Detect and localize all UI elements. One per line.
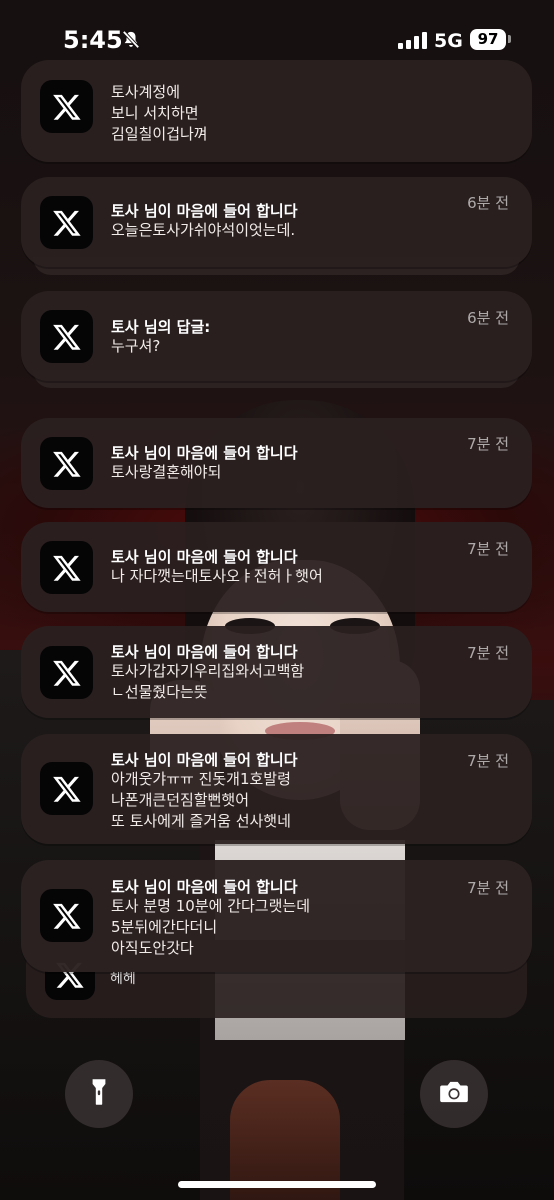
notification-time: 7분 전	[467, 540, 509, 558]
notification-card[interactable]: 토사 님이 마음에 들어 합니다 6분 전 오늘은토사가쉬야석이엇는데.	[21, 177, 532, 267]
notification-body: 누구셔?	[111, 337, 161, 355]
flashlight-icon	[91, 1078, 107, 1110]
notification-time: 6분 전	[467, 194, 509, 212]
x-logo-icon	[40, 80, 93, 133]
notification-body: 나 자다깻는대토사오ㅑ전허ㅏ햇어	[111, 567, 323, 585]
notification-body: 토사가갑자기우리집와서고백함 ㄴ선물줬다는뜻	[111, 662, 305, 701]
home-indicator[interactable]	[178, 1181, 376, 1188]
notification-body: 토사계정에 보니 서치하면 김일칠이겁나껴	[111, 83, 208, 143]
network-type: 5G	[434, 30, 463, 52]
notification-card[interactable]: 토사 님의 답글: 6분 전 누구셔?	[21, 291, 532, 381]
battery-tip	[508, 35, 511, 43]
battery-indicator: 97	[470, 29, 506, 50]
notification-body: 아개웃갸ㅠㅠ 진돗개1호발령 나폰개큰던짐할뻔햇어 또 토사에게 즐거움 선사햇…	[111, 770, 291, 830]
bell-slash-icon	[122, 30, 140, 50]
notification-title: 토사 님의 답글:	[111, 318, 211, 336]
notification-title: 토사 님이 마음에 들어 합니다	[111, 751, 298, 769]
notification-card[interactable]: 토사 님이 마음에 들어 합니다 7분 전 토사가갑자기우리집와서고백함 ㄴ선물…	[21, 626, 532, 718]
notification-title: 토사 님이 마음에 들어 합니다	[111, 202, 298, 220]
x-logo-icon	[40, 646, 93, 699]
notification-time: 7분 전	[467, 644, 509, 662]
notification-card[interactable]: 토사계정에 보니 서치하면 김일칠이겁나껴	[21, 60, 532, 162]
flashlight-button[interactable]	[65, 1060, 133, 1128]
notification-card[interactable]: 토사 님이 마음에 들어 합니다 7분 전 토사랑결혼해야되	[21, 418, 532, 508]
x-logo-icon	[40, 889, 93, 942]
notification-time: 7분 전	[467, 435, 509, 453]
notification-title: 토사 님이 마음에 들어 합니다	[111, 444, 298, 462]
notification-time: 7분 전	[467, 879, 509, 897]
camera-icon	[439, 1080, 469, 1108]
cellular-signal-icon	[398, 32, 427, 49]
notification-body: 토사랑결혼해야되	[111, 463, 222, 481]
x-logo-icon	[40, 196, 93, 249]
notification-time: 6분 전	[467, 309, 509, 327]
notification-card[interactable]: 토사 님이 마음에 들어 합니다 7분 전 아개웃갸ㅠㅠ 진돗개1호발령 나폰개…	[21, 734, 532, 844]
notification-body: 토사 분명 10분에 간다그랫는데 5분뒤에간다더니 아직도안갓다	[111, 897, 310, 957]
notification-card[interactable]: 토사 님이 마음에 들어 합니다 7분 전 나 자다깻는대토사오ㅑ전허ㅏ햇어	[21, 522, 532, 612]
camera-button[interactable]	[420, 1060, 488, 1128]
x-logo-icon	[40, 541, 93, 594]
x-logo-icon	[40, 762, 93, 815]
x-logo-icon	[40, 437, 93, 490]
x-logo-icon	[40, 310, 93, 363]
status-time: 5:45	[63, 26, 123, 54]
notification-card[interactable]: 토사 님이 마음에 들어 합니다 7분 전 토사 분명 10분에 간다그랫는데 …	[21, 860, 532, 972]
notification-body: 오늘은토사가쉬야석이엇는데.	[111, 221, 296, 239]
notification-time: 7분 전	[467, 752, 509, 770]
notification-title: 토사 님이 마음에 들어 합니다	[111, 643, 298, 661]
notification-title: 토사 님이 마음에 들어 합니다	[111, 878, 298, 896]
notification-title: 토사 님이 마음에 들어 합니다	[111, 548, 298, 566]
